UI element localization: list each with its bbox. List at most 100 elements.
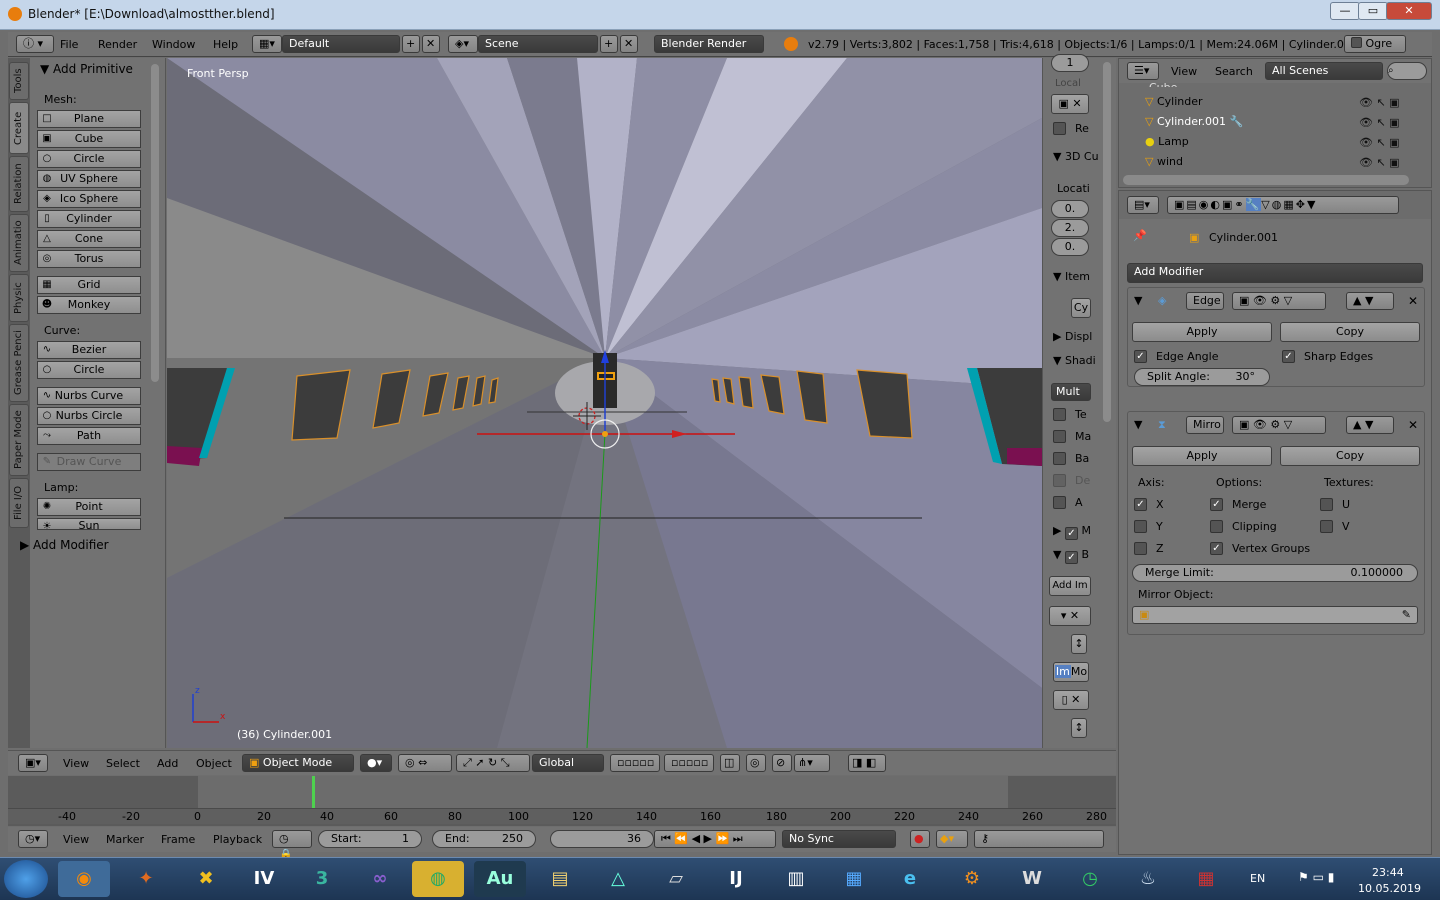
add-circle-button[interactable]: ○ Circle [37, 150, 141, 168]
timeline-menu-playback[interactable]: Playback [213, 833, 262, 846]
modifier-display-toggles[interactable]: ▣ 👁 ⚙ ▽ [1232, 416, 1326, 434]
ambient-checkbox[interactable] [1053, 496, 1066, 509]
current-frame-marker[interactable] [312, 776, 315, 808]
add-nurbs-circle-button[interactable]: ○ Nurbs Circle [37, 407, 141, 425]
add-image-button[interactable]: Add Im [1049, 576, 1091, 596]
merge-checkbox[interactable]: ✓ [1210, 498, 1223, 511]
layers-field[interactable]: 1 [1051, 54, 1089, 72]
minimize-button[interactable]: — [1330, 2, 1360, 20]
move-stepper-2-icon[interactable]: ↕ [1071, 718, 1087, 738]
taskbar-irfanview-icon[interactable]: IV [238, 861, 290, 897]
shading-header[interactable]: ▼ Shadi [1053, 354, 1096, 367]
add-bezier-button[interactable]: ∿ Bezier [37, 341, 141, 359]
taskbar-winrar-icon[interactable]: ▦ [1180, 861, 1232, 897]
layout-select[interactable]: Default [282, 35, 400, 53]
timeline[interactable]: -40 -20 0 20 40 60 80 100 120 140 160 18… [8, 776, 1116, 826]
outliner-item-cube[interactable]: Cube [1149, 81, 1177, 87]
viewport-menu-add[interactable]: Add [157, 757, 178, 770]
playback-controls[interactable]: ⏮ ⏪ ◀ ▶ ⏩ ⏭ [654, 830, 776, 848]
sync-mode-select[interactable]: No Sync [782, 830, 896, 848]
snap-toggle-icon[interactable]: ⊘ [772, 754, 792, 772]
viewport-shading-select[interactable]: ●▾ [360, 754, 392, 772]
properties-context-tabs[interactable]: ▣▤◉◐▣⚭🔧▽◍▦✥▼ [1167, 196, 1399, 214]
outliner-item-lamp[interactable]: ● Lamp [1145, 135, 1385, 148]
modifier-name-field[interactable]: Mirro [1186, 416, 1224, 434]
taskbar-visualstudio-icon[interactable]: ∞ [354, 861, 406, 897]
add-cylinder-button[interactable]: ▯ Cylinder [37, 210, 141, 228]
editor-type-button[interactable]: ⓘ ▾ [16, 35, 54, 53]
start-button[interactable] [4, 860, 48, 898]
remove-scene-icon[interactable]: ✕ [620, 35, 638, 53]
add-modifier-panel-header[interactable]: ▶ Add Modifier [20, 538, 109, 552]
collapse-icon[interactable]: ▼ [1134, 294, 1142, 307]
lock-layer-icon[interactable]: ◫ [720, 754, 740, 772]
outliner-menu-view[interactable]: View [1171, 65, 1197, 78]
add-modifier-select[interactable]: Add Modifier [1127, 263, 1423, 283]
backface-checkbox[interactable] [1053, 452, 1066, 465]
collapse-icon[interactable]: ▼ [1134, 418, 1142, 431]
add-layout-icon[interactable]: + [402, 35, 420, 53]
tab-tools[interactable]: Tools [9, 62, 29, 100]
modifier-name-field[interactable]: Edge [1186, 292, 1224, 310]
add-ico-sphere-button[interactable]: ◈ Ico Sphere [37, 190, 141, 208]
apply-button[interactable]: Apply [1132, 446, 1272, 466]
textured-solid-checkbox[interactable] [1053, 408, 1066, 421]
background-header[interactable]: ▼ ✓ B [1053, 548, 1089, 564]
modifier-display-toggles[interactable]: ▣ 👁 ⚙ ▽ [1232, 292, 1326, 310]
taskbar-xnview-icon[interactable]: ✖ [180, 861, 232, 897]
taskbar-audition-icon[interactable]: Au [474, 861, 526, 897]
scene-icon[interactable]: ◈▾ [448, 35, 478, 53]
pivot-point-select[interactable]: ◎ ⇔ [398, 754, 452, 772]
tab-file-io[interactable]: File I/O [9, 478, 29, 528]
taskbar-ie-icon[interactable]: e [884, 861, 936, 897]
add-primitive-header[interactable]: ▼ Add Primitive [40, 62, 133, 76]
axis-z-checkbox[interactable] [1134, 542, 1147, 555]
movie-source-button[interactable]: ImMo [1053, 662, 1089, 682]
outliner-menu-search[interactable]: Search [1215, 65, 1253, 78]
outliner-item-wind[interactable]: ▽ wind [1145, 155, 1385, 168]
motion-checkbox[interactable]: ✓ [1064, 527, 1078, 540]
outliner-search-input[interactable]: ⌕ [1387, 62, 1427, 80]
axis-x-checkbox[interactable]: ✓ [1134, 498, 1147, 511]
maximize-button[interactable]: ▭ [1358, 2, 1388, 20]
remove-background-icon[interactable]: ▾ ✕ [1049, 606, 1091, 626]
add-plane-button[interactable]: □ Plane [37, 110, 141, 128]
add-nurbs-curve-button[interactable]: ∿ Nurbs Curve [37, 387, 141, 405]
npanel-scrollbar[interactable] [1103, 62, 1111, 422]
cursor-z-field[interactable]: 0. [1051, 238, 1089, 256]
taskbar-explorer-icon[interactable]: ▤ [534, 861, 586, 897]
3d-viewport[interactable]: Front Persp (36) Cylinder.001 z x [167, 58, 1042, 748]
add-torus-button[interactable]: ◎ Torus [37, 250, 141, 268]
taskbar-intellij-icon[interactable]: IJ [710, 861, 762, 897]
display-header[interactable]: ▶ Displ [1053, 330, 1092, 343]
taskbar-globe-icon[interactable]: ◍ [412, 861, 464, 897]
viewport-menu-object[interactable]: Object [196, 757, 232, 770]
add-cone-button[interactable]: △ Cone [37, 230, 141, 248]
add-path-button[interactable]: ⤳ Path [37, 427, 141, 445]
taskbar-gear-icon[interactable]: ⚙ [946, 861, 998, 897]
timeline-menu-marker[interactable]: Marker [106, 833, 144, 846]
add-uv-sphere-button[interactable]: ◍ UV Sphere [37, 170, 141, 188]
cursor-x-field[interactable]: 0. [1051, 200, 1089, 218]
tab-create[interactable]: Create [9, 102, 29, 154]
taskbar-clock-app-icon[interactable]: ◷ [1064, 861, 1116, 897]
taskbar-synth-icon[interactable]: ▥ [770, 861, 822, 897]
add-sun-lamp-button[interactable]: ☀ Sun [37, 518, 141, 530]
current-frame-field[interactable]: 36 [550, 830, 654, 848]
scene-select[interactable]: Scene [478, 35, 598, 53]
motion-tracking-header[interactable]: ▶ ✓ M [1053, 524, 1091, 540]
manipulator-icons[interactable]: ⤢ ➚ ↻ ⤡ [456, 754, 530, 772]
tray-icons[interactable]: ⚑ ▭ ▮ [1298, 870, 1334, 884]
vertex-groups-checkbox[interactable]: ✓ [1210, 542, 1223, 555]
record-icon[interactable]: ● [910, 830, 930, 848]
add-curve-circle-button[interactable]: ○ Circle [37, 361, 141, 379]
apply-button[interactable]: Apply [1132, 322, 1272, 342]
interaction-mode-select[interactable]: ▣ Object Mode [242, 754, 354, 772]
taskbar-w-icon[interactable]: W [1006, 861, 1058, 897]
add-scene-icon[interactable]: + [600, 35, 618, 53]
texture-v-checkbox[interactable] [1320, 520, 1333, 533]
tab-paper-mode[interactable]: Paper Mode [9, 404, 29, 476]
taskbar-app-triangle-icon[interactable]: △ [592, 861, 644, 897]
pin-icon[interactable]: 📌 [1133, 229, 1147, 242]
clipping-checkbox[interactable] [1210, 520, 1223, 533]
